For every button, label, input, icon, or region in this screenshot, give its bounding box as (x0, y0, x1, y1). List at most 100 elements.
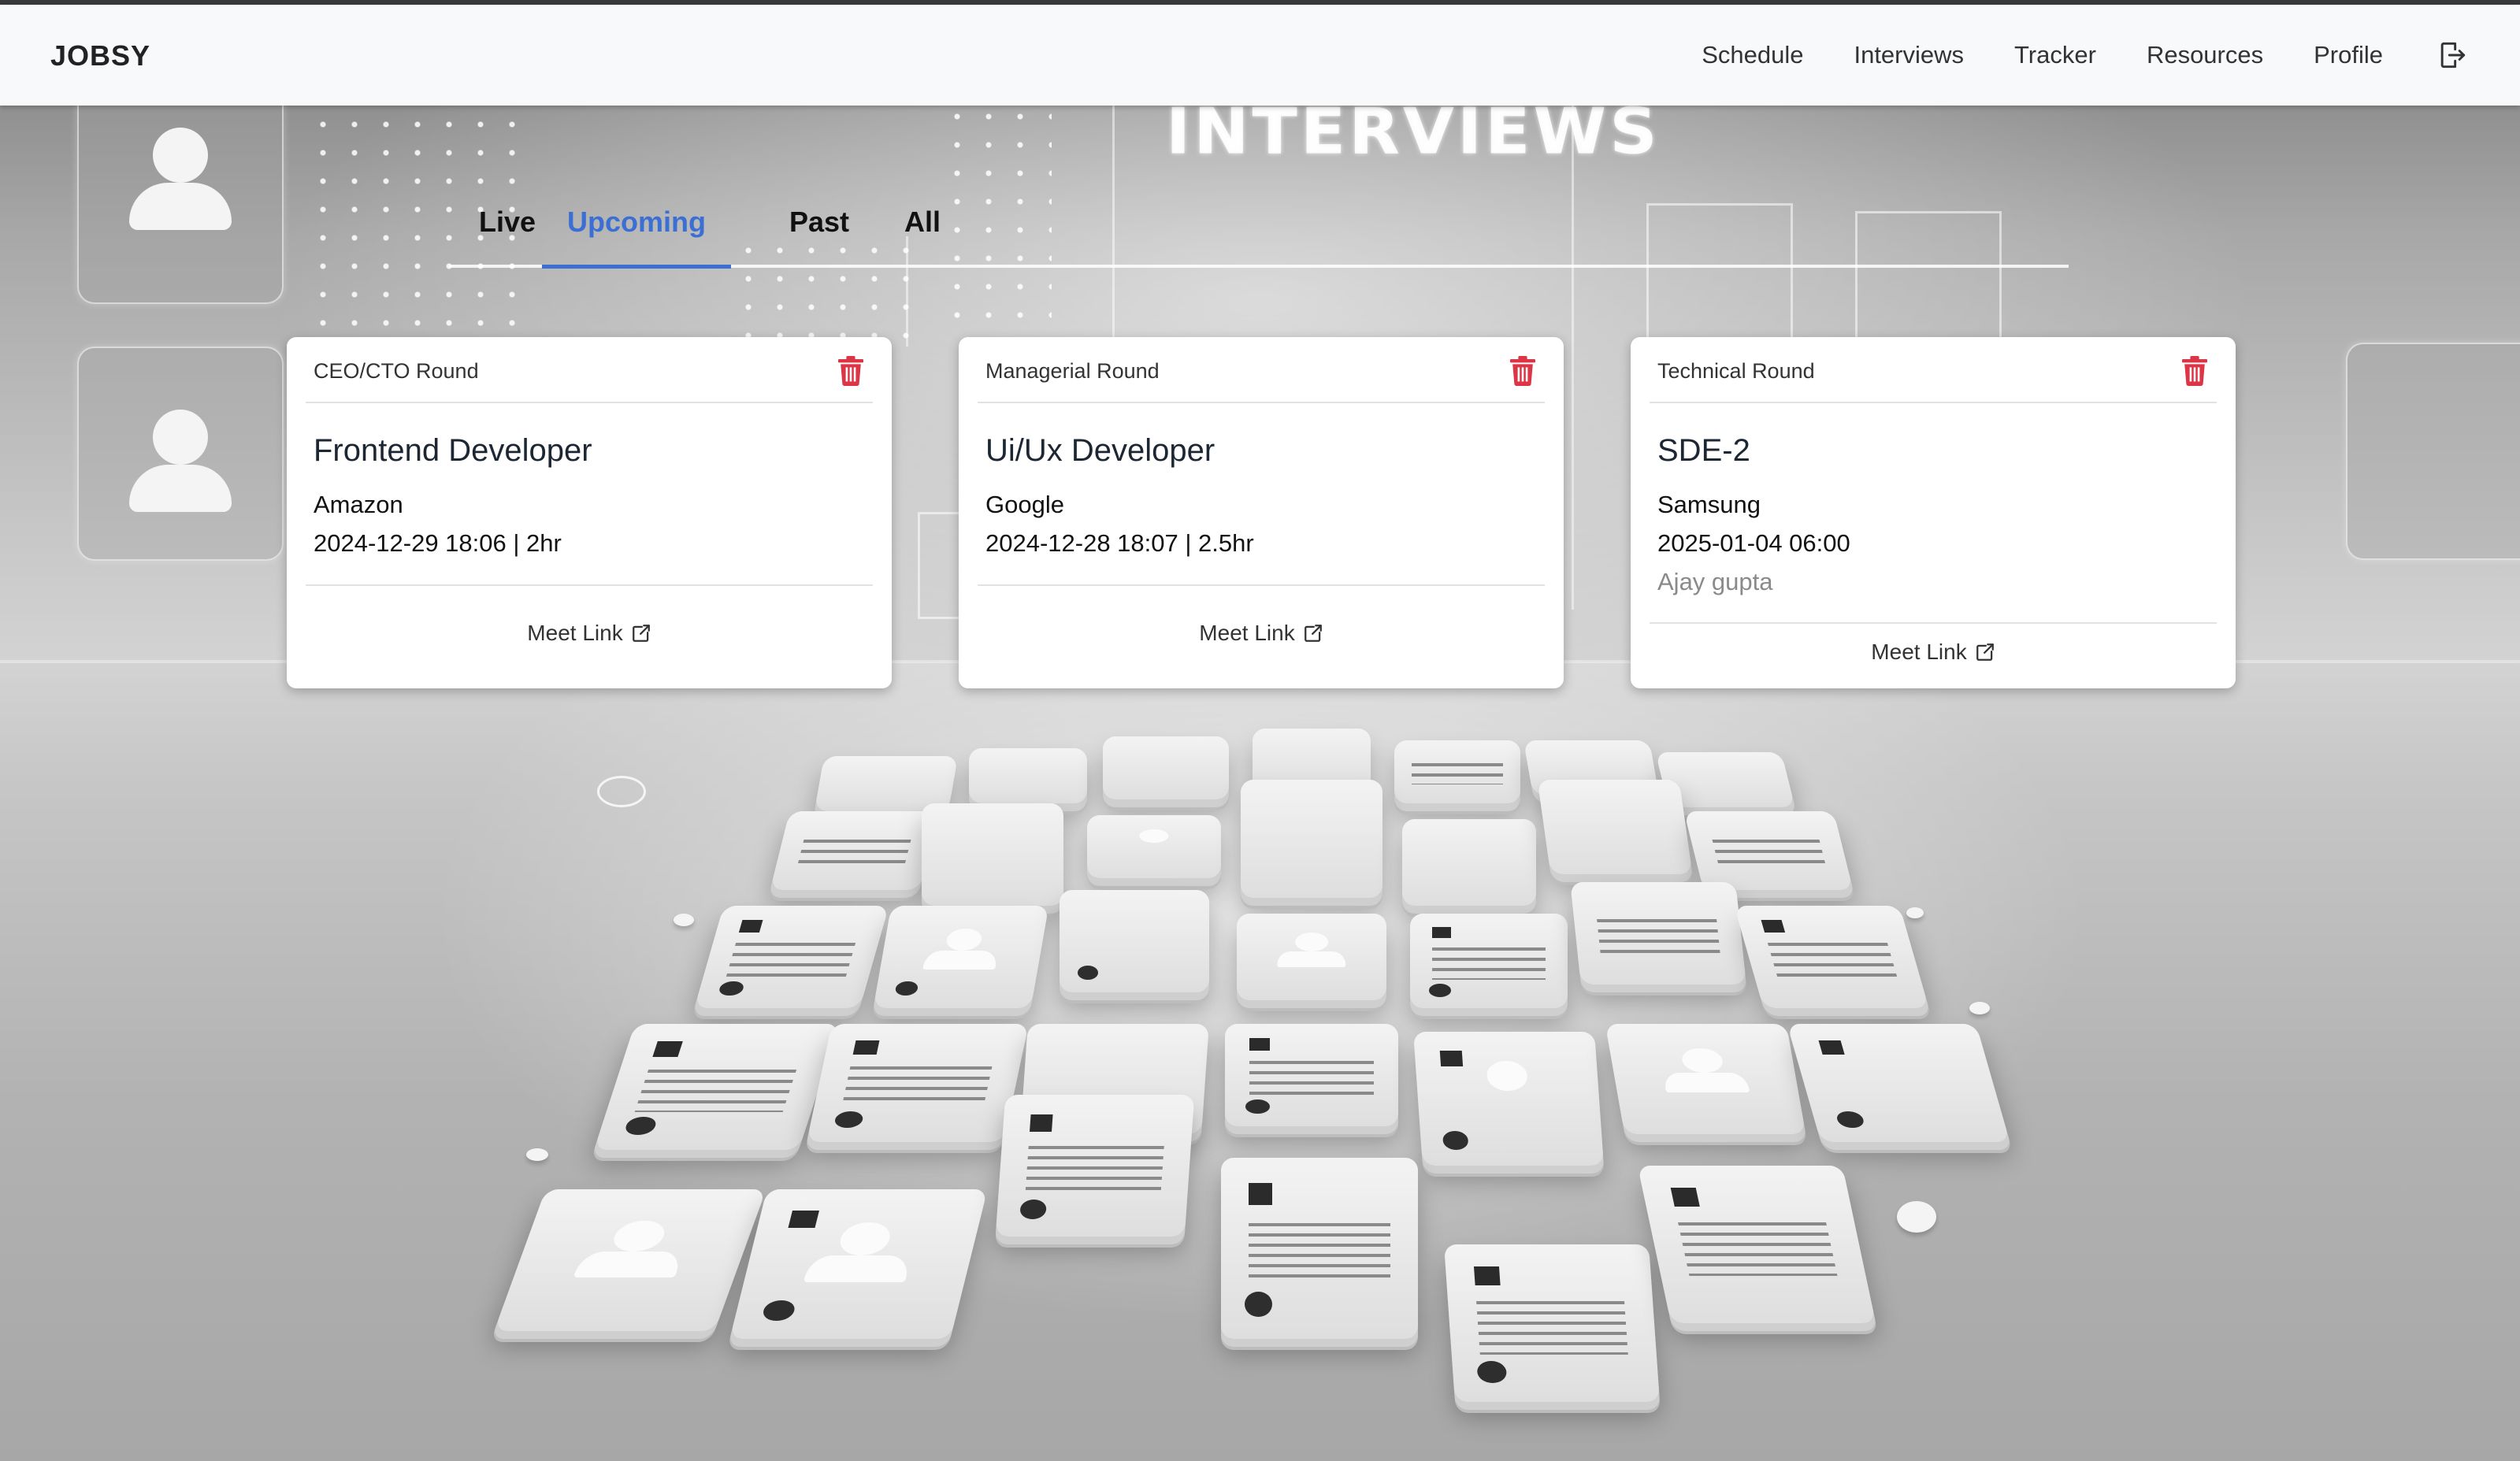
paper-card (770, 811, 940, 890)
paper-card (729, 1189, 988, 1339)
paper-lines (1768, 942, 1898, 977)
nav-resources[interactable]: Resources (2147, 41, 2263, 69)
trash-icon[interactable] (2182, 356, 2207, 386)
paper-lines (796, 840, 911, 866)
floor-pebble (1906, 907, 1924, 918)
paper-card (594, 1024, 840, 1150)
company-name: Google (985, 491, 1064, 518)
paper-square (1029, 1114, 1053, 1132)
paper-dot (623, 1117, 659, 1135)
paper-card (922, 803, 1063, 906)
external-link-icon (1976, 643, 1994, 661)
paper-card (1444, 1244, 1660, 1402)
card-footer: Meet Link (1631, 640, 2236, 665)
paper-card (1410, 914, 1568, 1008)
paper-avatar-body (803, 1255, 912, 1282)
card-divider (978, 584, 1545, 586)
paper-card (969, 748, 1087, 803)
paper-card (1225, 1024, 1398, 1126)
tab-upcoming[interactable]: Upcoming (542, 198, 731, 269)
trash-icon[interactable] (838, 356, 863, 386)
paper-square (1761, 920, 1785, 933)
paper-card (1221, 1158, 1418, 1339)
paper-card (1413, 1032, 1604, 1166)
nav-links: Schedule Interviews Tracker Resources Pr… (1651, 5, 2470, 106)
floor-pebble (526, 1148, 548, 1161)
paper-dot (760, 1300, 797, 1322)
card-header: Technical Round (1650, 337, 2217, 403)
paper-card (1103, 736, 1229, 799)
paper-card (873, 906, 1049, 1008)
paper-avatar-body (922, 951, 999, 970)
company-name: Samsung (1657, 491, 1761, 518)
paper-card (1402, 819, 1536, 906)
tab-live[interactable]: Live (479, 198, 536, 265)
meet-link[interactable]: Meet Link (1871, 640, 1995, 665)
paper-card (1060, 890, 1209, 992)
paper-card (1570, 882, 1746, 985)
paper-card (1605, 1024, 1806, 1134)
paper-card (694, 906, 889, 1008)
paper-lines (1678, 1222, 1838, 1276)
card-footer: Meet Link (959, 621, 1564, 646)
logout-icon[interactable] (2435, 38, 2470, 72)
paper-avatar (945, 928, 984, 951)
paper-lines (1597, 918, 1720, 954)
paper-square (739, 920, 763, 933)
paper-lines (726, 942, 855, 977)
paper-lines (1249, 1222, 1390, 1285)
paper-dot (1835, 1111, 1866, 1128)
interview-datetime: 2025-01-04 06:00 (1657, 529, 1850, 557)
paper-dot (1245, 1292, 1272, 1318)
card-footer: Meet Link (287, 621, 892, 646)
paper-card (1787, 1024, 2010, 1142)
floor-pebble (597, 776, 646, 807)
nav-tracker[interactable]: Tracker (2014, 41, 2096, 69)
paper-square (1474, 1266, 1501, 1285)
paper-square (1671, 1188, 1700, 1207)
meet-link[interactable]: Meet Link (1199, 621, 1323, 646)
trash-icon[interactable] (1510, 356, 1535, 386)
paper-avatar (609, 1220, 670, 1252)
paper-dot (718, 981, 745, 996)
tab-past[interactable]: Past (789, 198, 849, 265)
meet-link[interactable]: Meet Link (527, 621, 651, 646)
interview-card: Managerial Round Ui/Ux Developer Google … (959, 337, 1564, 688)
tab-all[interactable]: All (904, 198, 941, 265)
external-link-icon (632, 625, 650, 642)
brand-logo[interactable]: JOBSY (50, 39, 150, 72)
paper-avatar (837, 1222, 894, 1255)
paper-dot (894, 981, 919, 996)
nav-schedule[interactable]: Schedule (1702, 41, 1803, 69)
floor-pebble (1969, 1002, 1990, 1014)
interview-card: CEO/CTO Round Frontend Developer Amazon … (287, 337, 892, 688)
company-name: Amazon (314, 491, 403, 518)
paper-card (1537, 780, 1693, 874)
job-title: SDE-2 (1657, 433, 1750, 468)
paper-square (1249, 1038, 1271, 1051)
nav-interviews[interactable]: Interviews (1854, 41, 1964, 69)
floor-pebble (1897, 1201, 1936, 1233)
paper-lines (1476, 1301, 1628, 1355)
paper-avatar-body (573, 1251, 685, 1277)
paper-dot (1245, 1099, 1271, 1114)
paper-card (807, 1024, 1029, 1142)
card-round: CEO/CTO Round (314, 359, 479, 383)
paper-square (852, 1040, 880, 1055)
paper-dot (1077, 966, 1099, 981)
interview-datetime: 2024-12-29 18:06 | 2hr (314, 529, 562, 557)
job-title: Ui/Ux Developer (985, 433, 1215, 468)
paper-lines (1712, 840, 1827, 866)
paper-square (1439, 1050, 1463, 1067)
paper-square (652, 1041, 683, 1057)
card-divider (1650, 622, 2217, 624)
card-header: Managerial Round (978, 337, 1545, 403)
paper-dot (1019, 1200, 1048, 1220)
nav-profile[interactable]: Profile (2314, 41, 2383, 69)
paper-avatar (1139, 829, 1169, 844)
paper-dot (1429, 983, 1451, 997)
paper-lines (1412, 762, 1503, 784)
card-divider (306, 584, 873, 586)
external-link-icon (1304, 625, 1322, 642)
paper-avatar (1486, 1061, 1528, 1091)
